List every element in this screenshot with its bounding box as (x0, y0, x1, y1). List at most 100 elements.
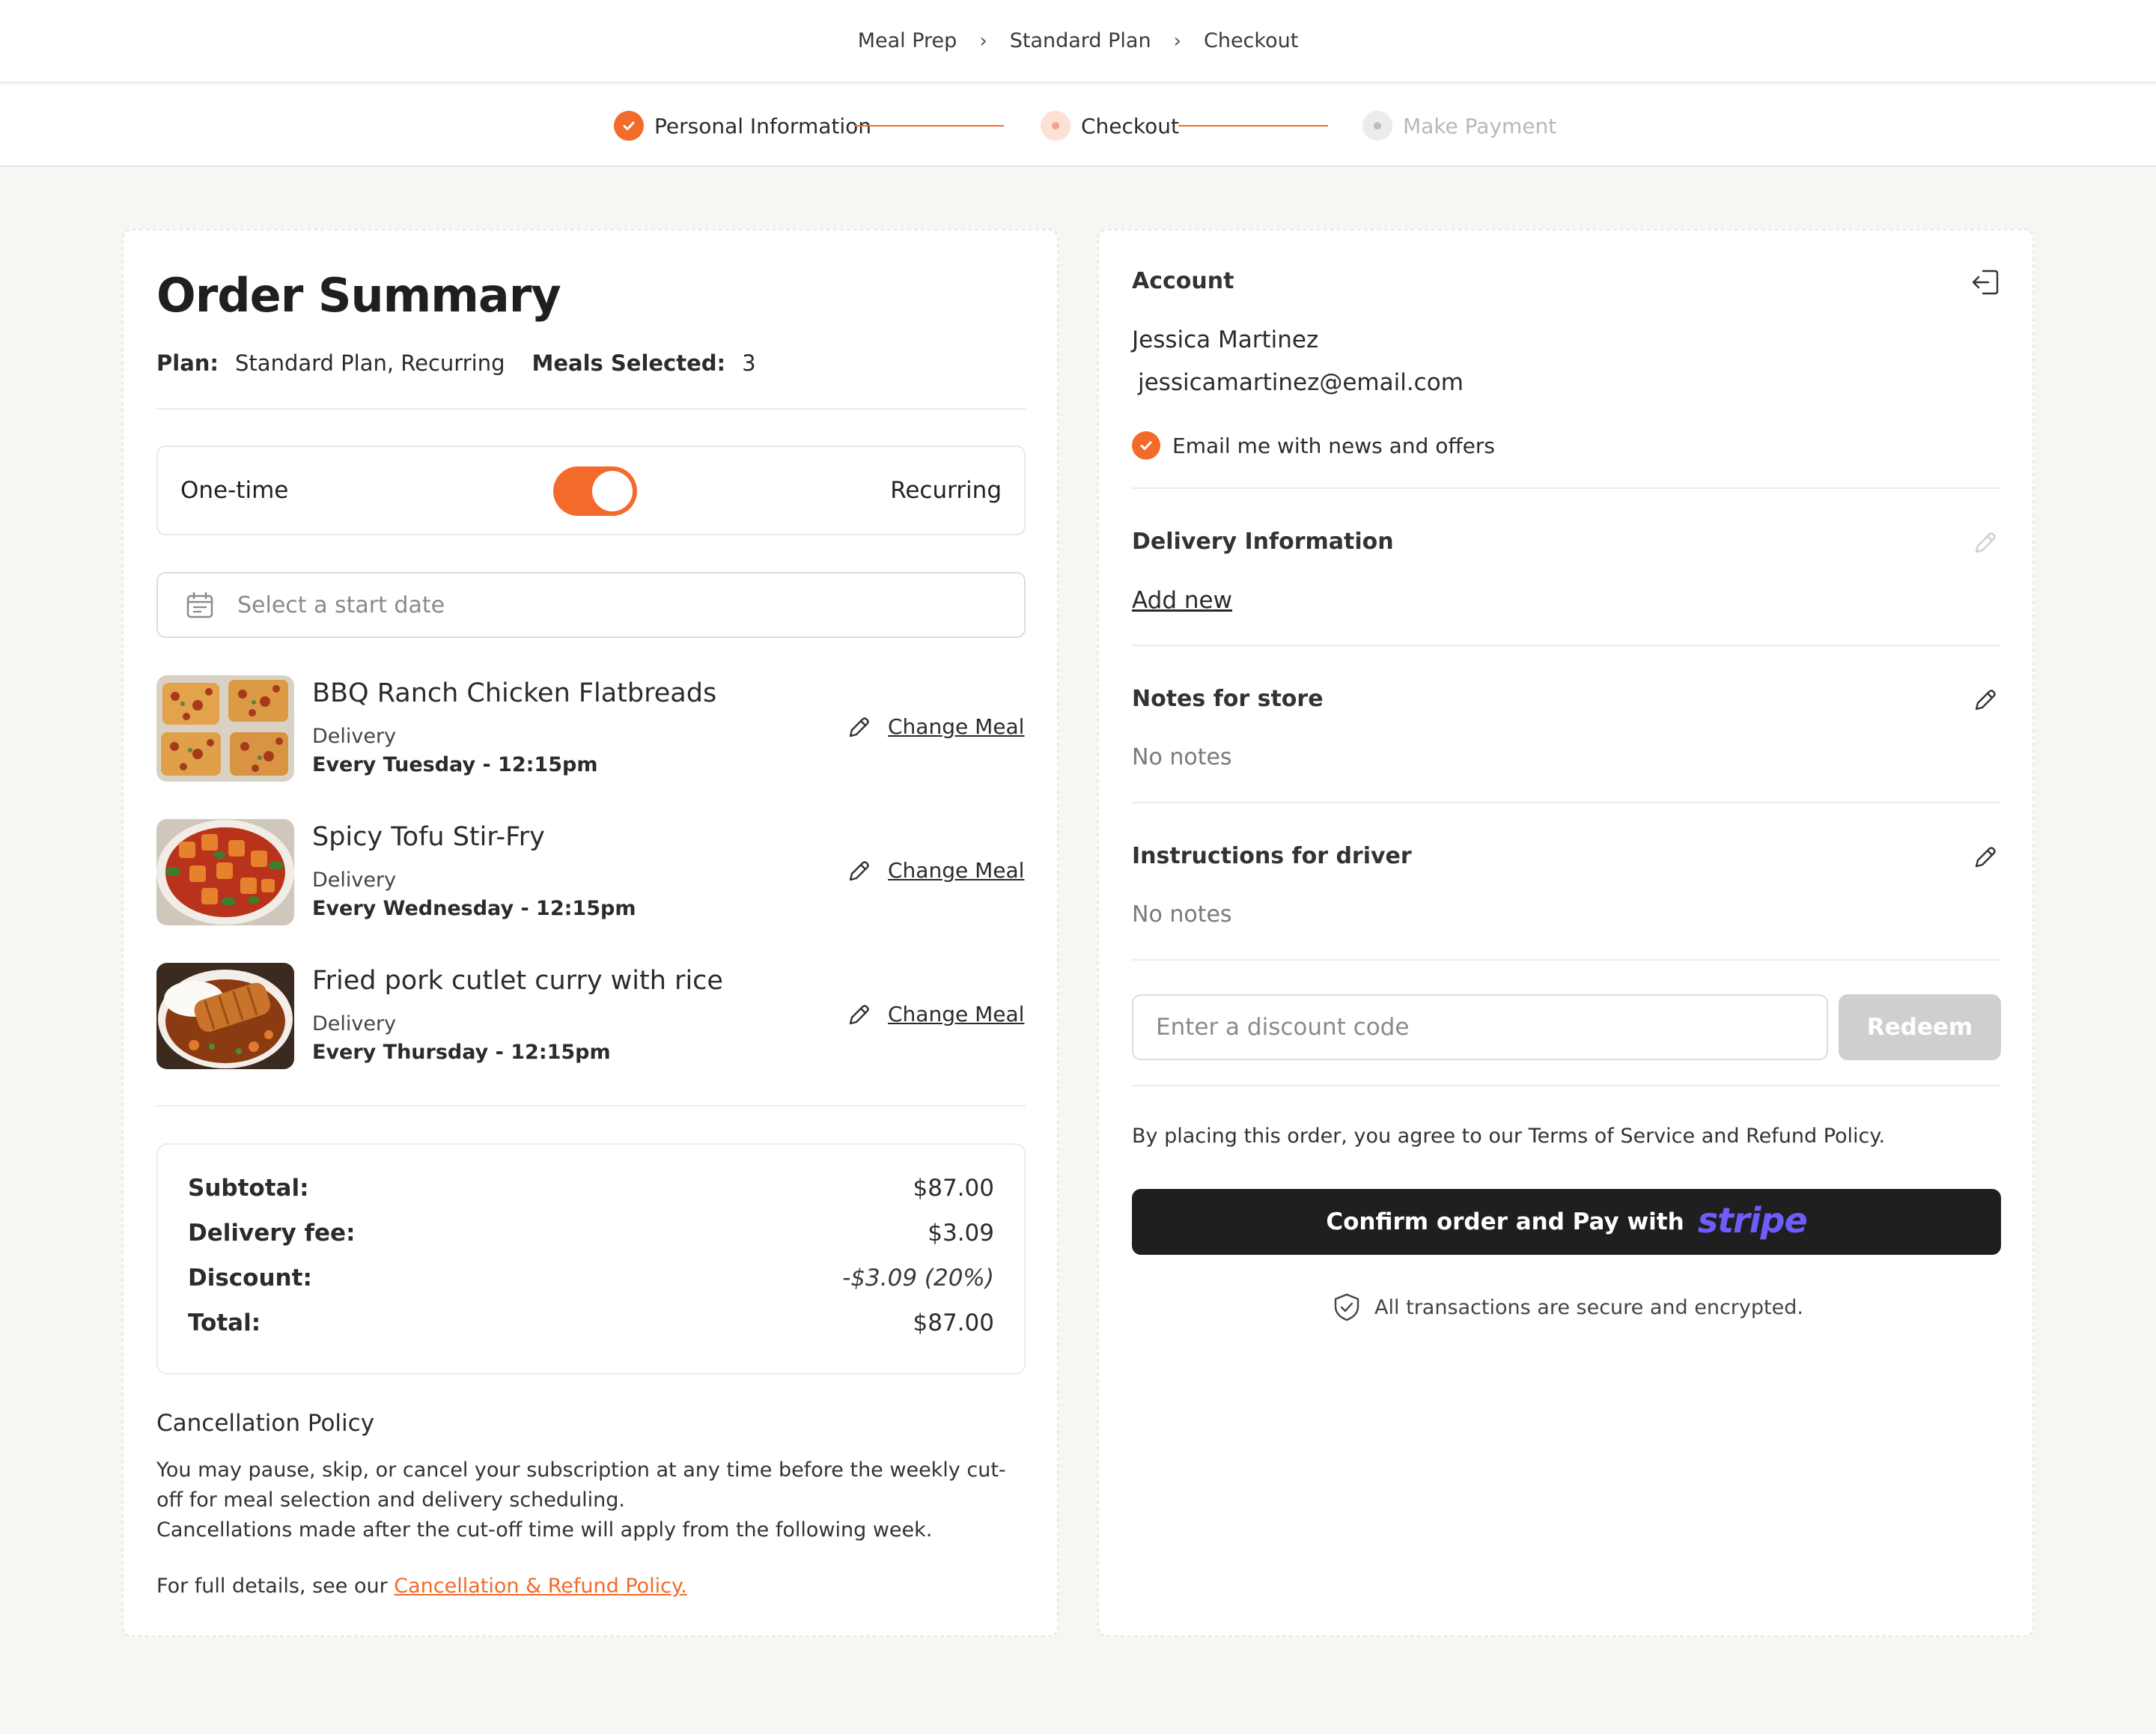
cancellation-refund-policy-link[interactable]: Cancellation & Refund Policy. (394, 1575, 686, 1598)
toggle-label-one-time[interactable]: One-time (180, 477, 288, 504)
secure-text: All transactions are secure and encrypte… (1374, 1295, 1803, 1319)
list-item: BBQ Ranch Chicken Flatbreads Delivery Ev… (156, 675, 1026, 782)
delivery-information-label: Delivery Information (1132, 529, 1394, 555)
change-meal-link[interactable]: Change Meal (888, 714, 1024, 739)
stripe-logo: stripe (1697, 1200, 1808, 1241)
divider (1132, 1085, 2001, 1086)
list-item: Fried pork cutlet curry with rice Delive… (156, 963, 1026, 1069)
policy-full-details: For full details, see our Cancellation &… (156, 1575, 687, 1598)
calendar-icon (186, 591, 213, 618)
pencil-icon (1975, 532, 1996, 553)
breadcrumb-item-standard-plan[interactable]: Standard Plan (1010, 29, 1151, 52)
driver-instructions-label: Instructions for driver (1132, 843, 1412, 869)
newsletter-label: Email me with news and offers (1172, 433, 1495, 458)
account-label: Account (1132, 268, 1234, 294)
page-title: Order Summary (156, 268, 561, 323)
delivery-fee-value: $3.09 (928, 1220, 994, 1247)
account-email: jessicamartinez@email.com (1138, 369, 1464, 396)
order-summary-panel: Order Summary Plan: Standard Plan, Recur… (121, 228, 1059, 1637)
meal-image-curry (156, 963, 294, 1069)
discount-code-input[interactable] (1156, 1014, 1800, 1041)
check-icon (614, 111, 644, 141)
subtotal-value: $87.00 (913, 1175, 994, 1202)
list-item: Spicy Tofu Stir-Fry Delivery Every Wedne… (156, 819, 1026, 925)
newsletter-checkbox-row[interactable]: Email me with news and offers (1132, 431, 1495, 460)
delivery-fee-row: Delivery fee: $3.09 (188, 1220, 994, 1250)
toggle-label-recurring[interactable]: Recurring (890, 477, 1002, 504)
divider (1132, 959, 2001, 961)
step-label: Checkout (1081, 113, 1179, 139)
notes-for-store-label: Notes for store (1132, 686, 1324, 712)
account-name: Jessica Martinez (1132, 326, 1319, 353)
redeem-button[interactable]: Redeem (1839, 994, 2001, 1060)
pencil-icon[interactable] (845, 858, 872, 885)
meal-schedule: Every Tuesday - 12:15pm (312, 753, 598, 776)
step-personal-information[interactable]: Personal Information (614, 85, 871, 167)
breadcrumb-item-checkout: Checkout (1203, 29, 1299, 52)
divider (1132, 487, 2001, 489)
pencil-icon[interactable] (1970, 684, 2001, 716)
step-active-dot (1041, 111, 1071, 141)
price-summary: Subtotal: $87.00 Delivery fee: $3.09 Dis… (156, 1143, 1026, 1375)
plan-value: Standard Plan, Recurring (235, 350, 505, 376)
checkout-stepper: Personal Information Checkout Make Payme… (0, 85, 2156, 167)
subtotal-row: Subtotal: $87.00 (188, 1175, 994, 1205)
start-date-input[interactable] (237, 591, 911, 618)
plan-summary: Plan: Standard Plan, Recurring Meals Sel… (156, 350, 756, 376)
total-label: Total: (188, 1309, 261, 1336)
step-connector (1178, 125, 1328, 127)
check-icon[interactable] (1132, 431, 1160, 460)
discount-code-field[interactable] (1132, 994, 1828, 1060)
chevron-right-icon: › (1173, 29, 1181, 52)
change-meal-link[interactable]: Change Meal (888, 1002, 1024, 1026)
pencil-icon[interactable] (845, 1002, 872, 1029)
step-label: Personal Information (654, 113, 872, 139)
total-value: $87.00 (913, 1309, 994, 1336)
divider (156, 408, 1026, 410)
cancellation-policy-title: Cancellation Policy (156, 1410, 375, 1437)
add-new-address-link[interactable]: Add new (1132, 587, 1232, 614)
meal-name: BBQ Ranch Chicken Flatbreads (312, 678, 717, 708)
meals-selected-label: Meals Selected: (532, 350, 726, 376)
delivery-fee-label: Delivery fee: (188, 1220, 356, 1247)
step-pending-dot (1362, 111, 1392, 141)
discount-value: -$3.09 (20%) (842, 1265, 994, 1292)
meals-selected-value: 3 (742, 350, 756, 376)
change-meal-link[interactable]: Change Meal (888, 858, 1024, 883)
meal-image-tofu (156, 819, 294, 925)
total-row: Total: $87.00 (188, 1309, 994, 1339)
pay-button-label: Confirm order and Pay with (1326, 1208, 1684, 1235)
discount-row: Discount: -$3.09 (20%) (188, 1265, 994, 1295)
meal-image-flatbreads (156, 675, 294, 782)
cancellation-policy-text: You may pause, skip, or cancel your subs… (156, 1455, 1026, 1545)
driver-instructions-value: No notes (1132, 901, 1232, 928)
switch-knob (592, 471, 633, 511)
policy-line: Cancellations made after the cut-off tim… (156, 1518, 933, 1542)
account-panel: Account Jessica Martinez jessicamartinez… (1097, 228, 2035, 1637)
logout-icon[interactable] (1970, 267, 2001, 298)
start-date-field[interactable] (156, 572, 1026, 638)
breadcrumb-item-meal-prep[interactable]: Meal Prep (858, 29, 957, 52)
meal-fulfillment: Delivery (312, 1012, 397, 1035)
policy-full-prefix: For full details, see our (156, 1575, 395, 1598)
divider (1132, 645, 2001, 646)
meal-schedule: Every Wednesday - 12:15pm (312, 897, 636, 920)
pencil-icon[interactable] (1970, 842, 2001, 873)
plan-label: Plan: (156, 350, 219, 376)
step-connector (854, 125, 1004, 127)
policy-line: You may pause, skip, or cancel your subs… (156, 1458, 1006, 1512)
meal-name: Spicy Tofu Stir-Fry (312, 822, 545, 852)
step-checkout[interactable]: Checkout (1041, 85, 1179, 167)
discount-label: Discount: (188, 1265, 312, 1292)
pencil-icon[interactable] (845, 714, 872, 741)
meal-schedule: Every Thursday - 12:15pm (312, 1041, 611, 1064)
step-label: Make Payment (1403, 113, 1557, 139)
meal-fulfillment: Delivery (312, 868, 397, 892)
recurring-switch[interactable] (553, 466, 637, 516)
divider (156, 1105, 1026, 1107)
meal-fulfillment: Delivery (312, 725, 397, 748)
notes-for-store-value: No notes (1132, 744, 1232, 770)
shield-check-icon (1334, 1293, 1359, 1321)
confirm-and-pay-button[interactable]: Confirm order and Pay with stripe (1132, 1189, 2001, 1255)
frequency-toggle: One-time Recurring (156, 445, 1026, 535)
